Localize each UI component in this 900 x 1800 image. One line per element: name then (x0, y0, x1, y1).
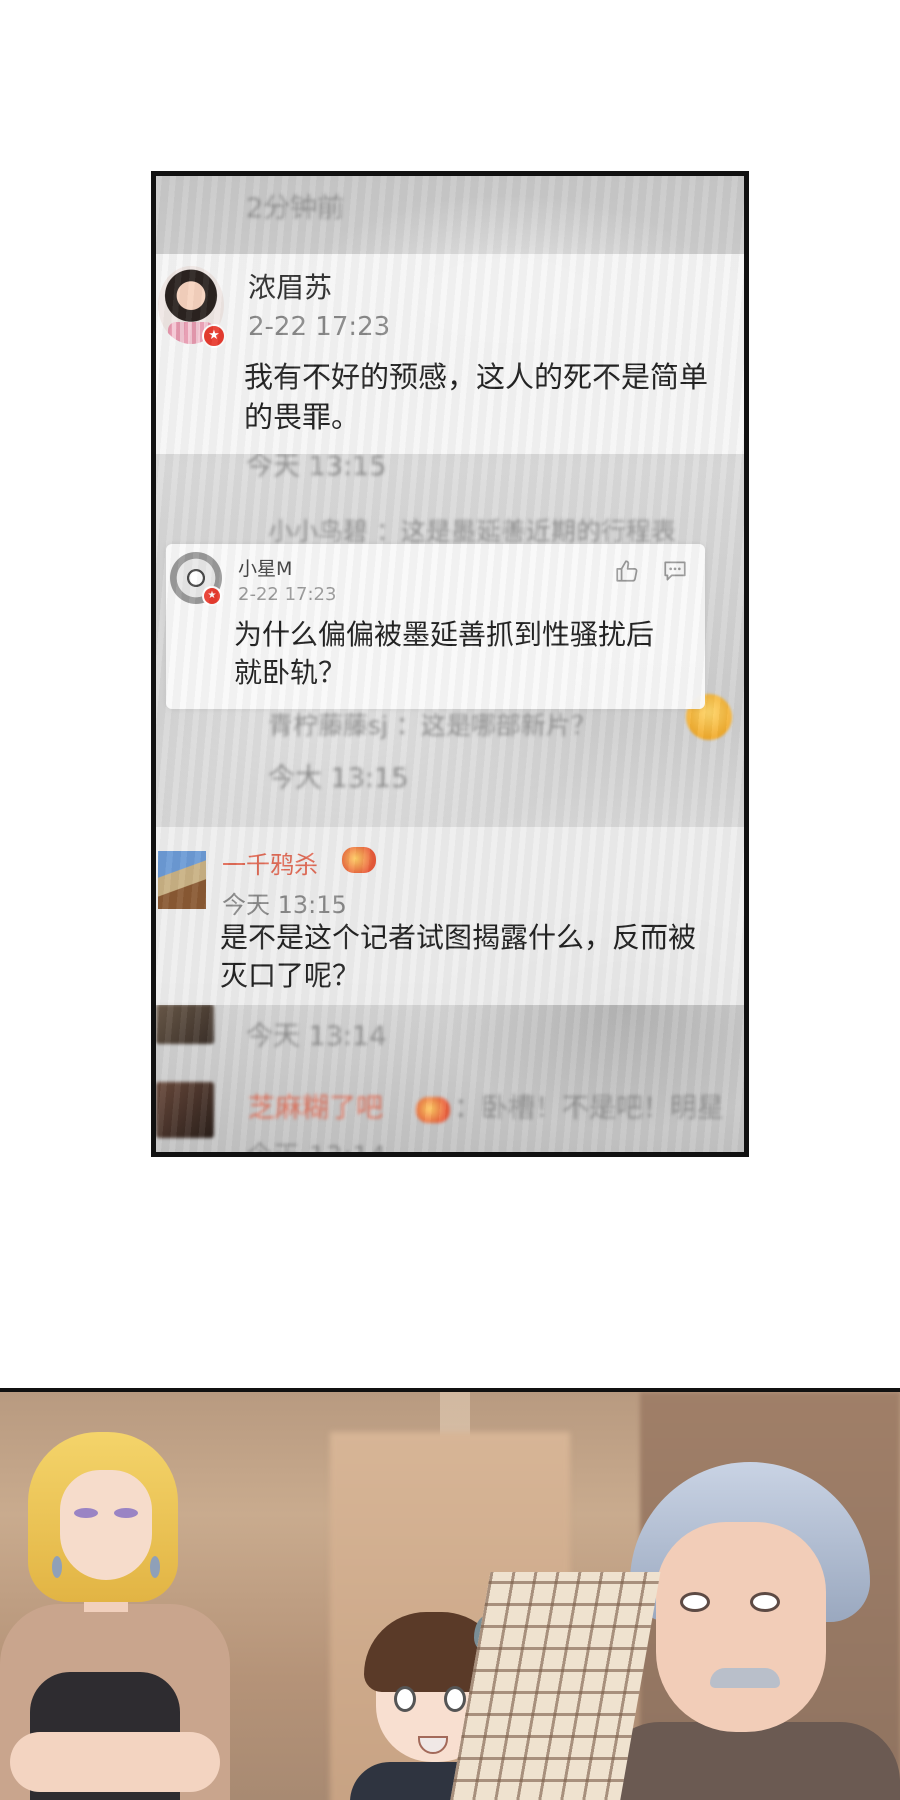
comment-username[interactable]: 一千鸦杀 (222, 845, 318, 880)
comment-timestamp: 2-22 17:23 (248, 312, 391, 342)
background-username: 芝麻糊了吧 (248, 1093, 383, 1124)
comment-text: 我有不好的预感，这人的死不是简单的畏罪。 (244, 360, 709, 434)
blonde-woman-character (0, 1432, 260, 1800)
vip-crown-icon (416, 1096, 450, 1123)
background-timestamp: 今天 13:14 (246, 1141, 387, 1157)
illustration-panel (0, 1388, 900, 1800)
comment-text: 为什么偏偏被墨延善抓到性骚扰后就卧轨？ (234, 618, 655, 689)
background-avatar (156, 1082, 214, 1138)
comment-card: ★ 小星M 2-22 17:23 为什么偏偏被墨延善抓到性骚扰后就卧轨？ (166, 544, 705, 709)
background-avatar (156, 1004, 214, 1044)
background-timestamp: 今大 13:15 (268, 763, 409, 794)
vip-crown-icon (342, 847, 376, 873)
background-comment-row: 小小鸟碧 ：这是墨延善近期的行程表 (268, 517, 676, 546)
thumbs-up-icon[interactable] (614, 558, 640, 584)
background-comment-row: ：卧槽！不是吧！明星 (412, 1086, 724, 1125)
avatar[interactable] (158, 851, 206, 909)
background-comment-row: 青柠藤藤sj ：这是哪部新片？ (268, 711, 596, 740)
comment-card: ★ 浓眉苏 2-22 17:23 我有不好的预感，这人的死不是简单的畏罪。 (156, 254, 744, 454)
comment-text: 是不是这个记者试图揭露什么，反而被灭口了呢？ (220, 921, 697, 992)
comment-icon[interactable] (662, 558, 688, 584)
comment-card: 一千鸦杀 今天 13:15 是不是这个记者试图揭露什么，反而被灭口了呢？ (156, 827, 744, 1005)
comment-username[interactable]: 浓眉苏 (248, 266, 332, 306)
comment-screenshot-panel: 2分钟前 今天 13:15 小小鸟碧 ：这是墨延善近期的行程表 青柠藤藤sj ：… (151, 171, 749, 1157)
background-timestamp: 2分钟前 (246, 193, 345, 224)
background-timestamp: 今天 13:14 (246, 1021, 387, 1052)
verified-badge-icon: ★ (202, 586, 222, 606)
verified-badge-icon: ★ (202, 324, 226, 348)
comment-username[interactable]: 小星M (238, 554, 292, 581)
comment-timestamp: 今天 13:15 (222, 891, 347, 919)
comment-timestamp: 2-22 17:23 (238, 584, 337, 605)
